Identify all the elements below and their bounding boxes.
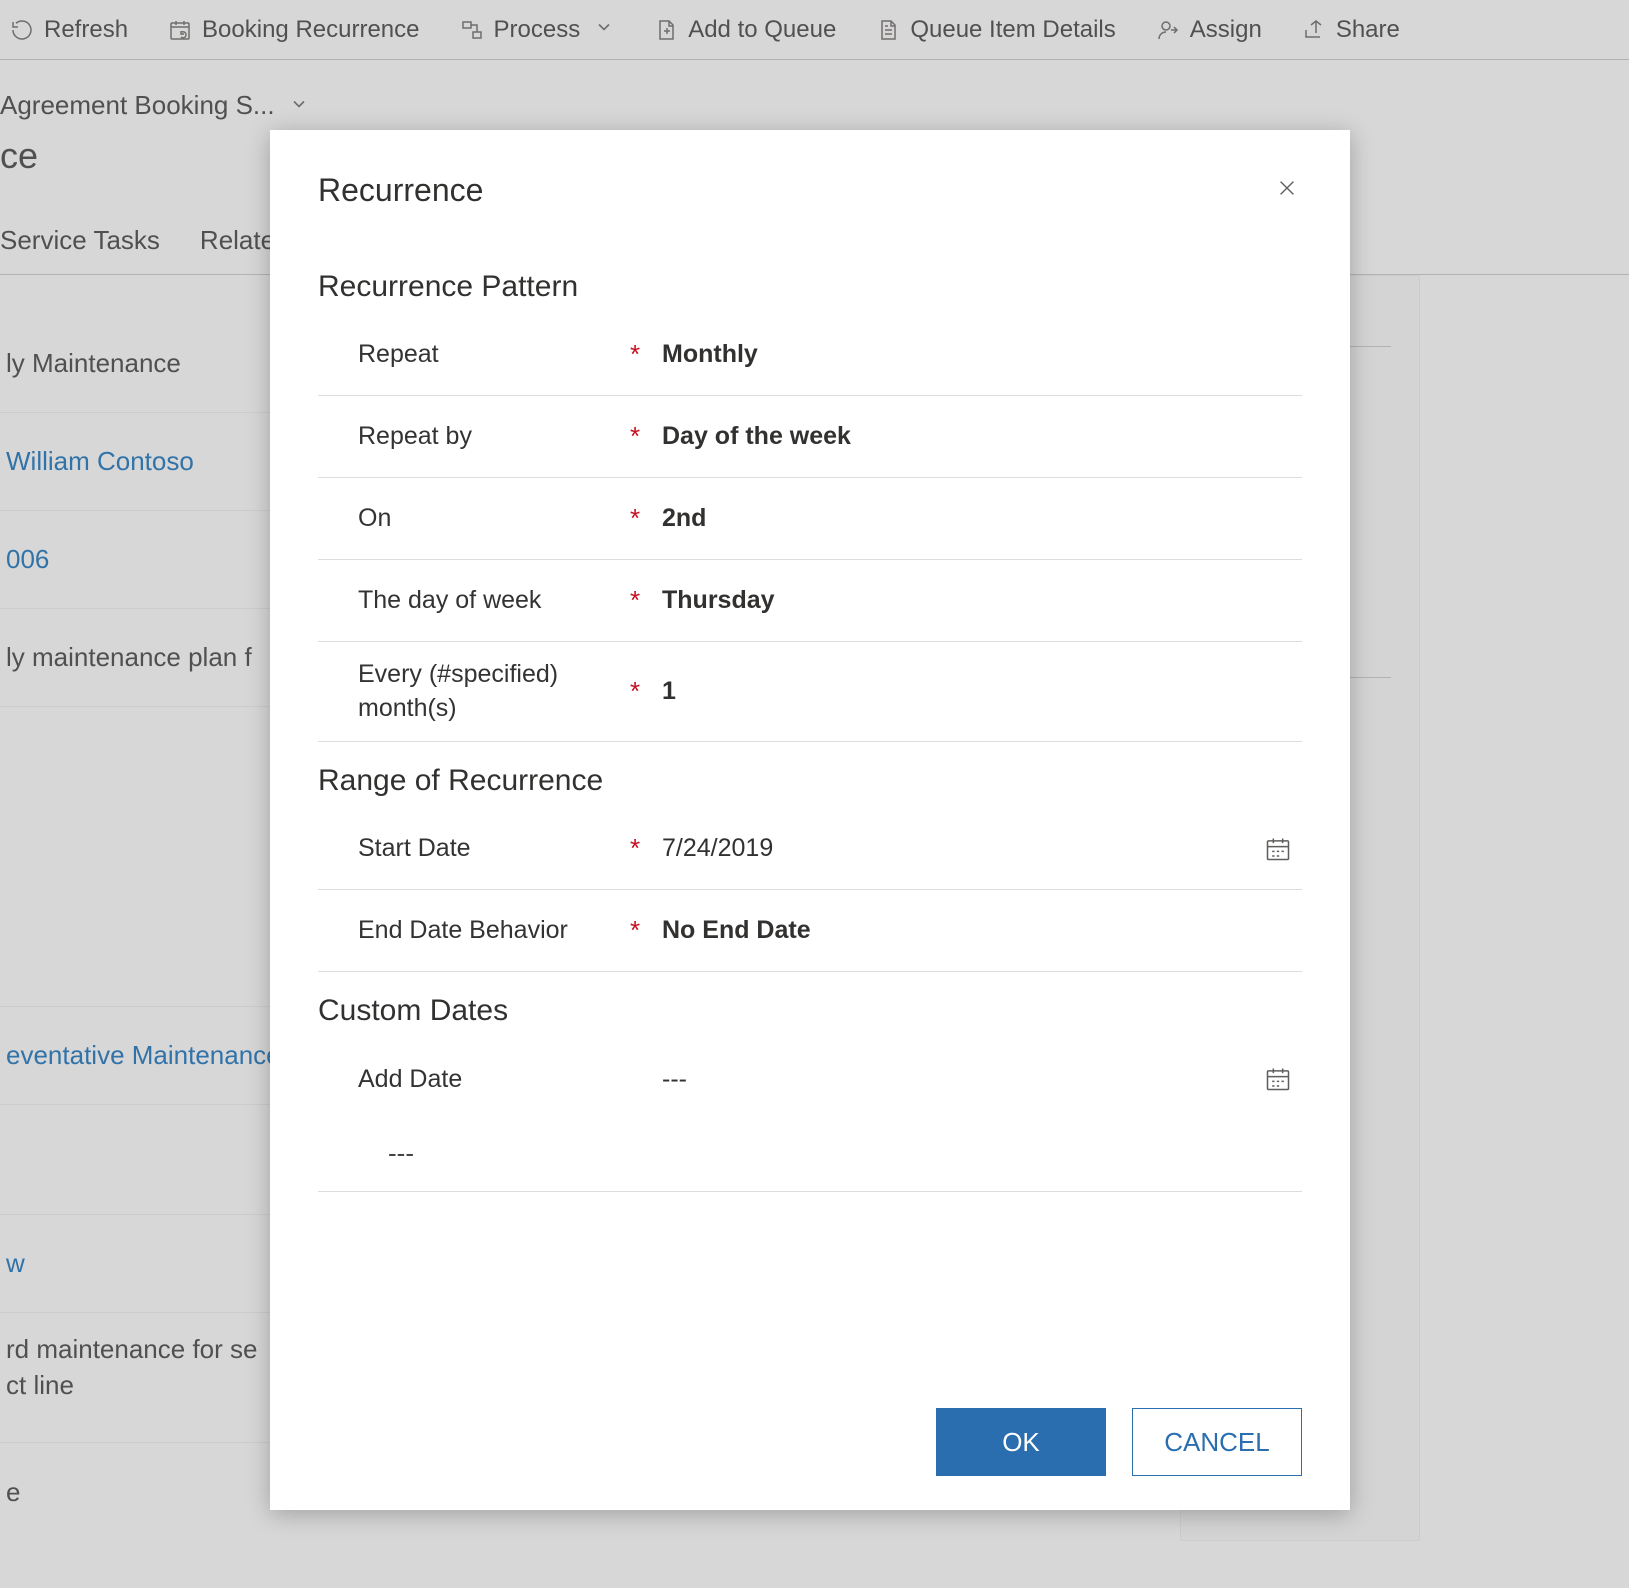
start-date-value[interactable]: 7/24/2019: [652, 834, 1302, 863]
add-date-value[interactable]: ---: [652, 1065, 1302, 1094]
close-icon: [1276, 177, 1298, 199]
on-field[interactable]: On * 2nd: [318, 478, 1302, 560]
section-custom-dates: Custom Dates: [318, 994, 1302, 1028]
section-recurrence-pattern: Recurrence Pattern: [318, 270, 1302, 304]
on-value[interactable]: 2nd: [652, 504, 1302, 533]
required-asterisk: *: [618, 339, 652, 370]
on-label: On: [318, 504, 618, 533]
required-asterisk: *: [618, 676, 652, 707]
add-date-text: ---: [662, 1065, 687, 1094]
section-range: Range of Recurrence: [318, 764, 1302, 798]
calendar-icon[interactable]: [1264, 1065, 1292, 1093]
every-months-field[interactable]: Every (#specified) month(s) * 1: [318, 642, 1302, 742]
required-asterisk: *: [618, 421, 652, 452]
required-asterisk: *: [618, 915, 652, 946]
dialog-footer: OK CANCEL: [318, 1396, 1302, 1476]
calendar-icon[interactable]: [1264, 835, 1292, 863]
every-months-value[interactable]: 1: [652, 677, 1302, 706]
end-date-behavior-field[interactable]: End Date Behavior * No End Date: [318, 890, 1302, 972]
start-date-text: 7/24/2019: [662, 834, 773, 863]
dialog-header: Recurrence: [318, 170, 1302, 210]
repeat-by-label: Repeat by: [318, 422, 618, 451]
required-asterisk: *: [618, 833, 652, 864]
close-button[interactable]: [1272, 170, 1302, 210]
required-asterisk: *: [618, 503, 652, 534]
start-date-field[interactable]: Start Date * 7/24/2019: [318, 808, 1302, 890]
repeat-field[interactable]: Repeat * Monthly: [318, 314, 1302, 396]
repeat-label: Repeat: [318, 340, 618, 369]
repeat-by-field[interactable]: Repeat by * Day of the week: [318, 396, 1302, 478]
recurrence-dialog: Recurrence Recurrence Pattern Repeat * M…: [270, 130, 1350, 1510]
ok-button[interactable]: OK: [936, 1408, 1106, 1476]
repeat-by-value[interactable]: Day of the week: [652, 422, 1302, 451]
custom-dates-list: ---: [318, 1120, 1302, 1192]
repeat-value[interactable]: Monthly: [652, 340, 1302, 369]
end-date-behavior-value[interactable]: No End Date: [652, 916, 1302, 945]
cancel-button[interactable]: CANCEL: [1132, 1408, 1302, 1476]
required-asterisk: *: [618, 585, 652, 616]
day-of-week-field[interactable]: The day of week * Thursday: [318, 560, 1302, 642]
dialog-title: Recurrence: [318, 172, 483, 209]
start-date-label: Start Date: [318, 834, 618, 863]
every-months-label: Every (#specified) month(s): [318, 658, 618, 726]
day-of-week-label: The day of week: [318, 586, 618, 615]
add-date-field[interactable]: Add Date ---: [318, 1038, 1302, 1120]
day-of-week-value[interactable]: Thursday: [652, 586, 1302, 615]
add-date-label: Add Date: [318, 1065, 618, 1094]
end-date-behavior-label: End Date Behavior: [318, 916, 618, 945]
